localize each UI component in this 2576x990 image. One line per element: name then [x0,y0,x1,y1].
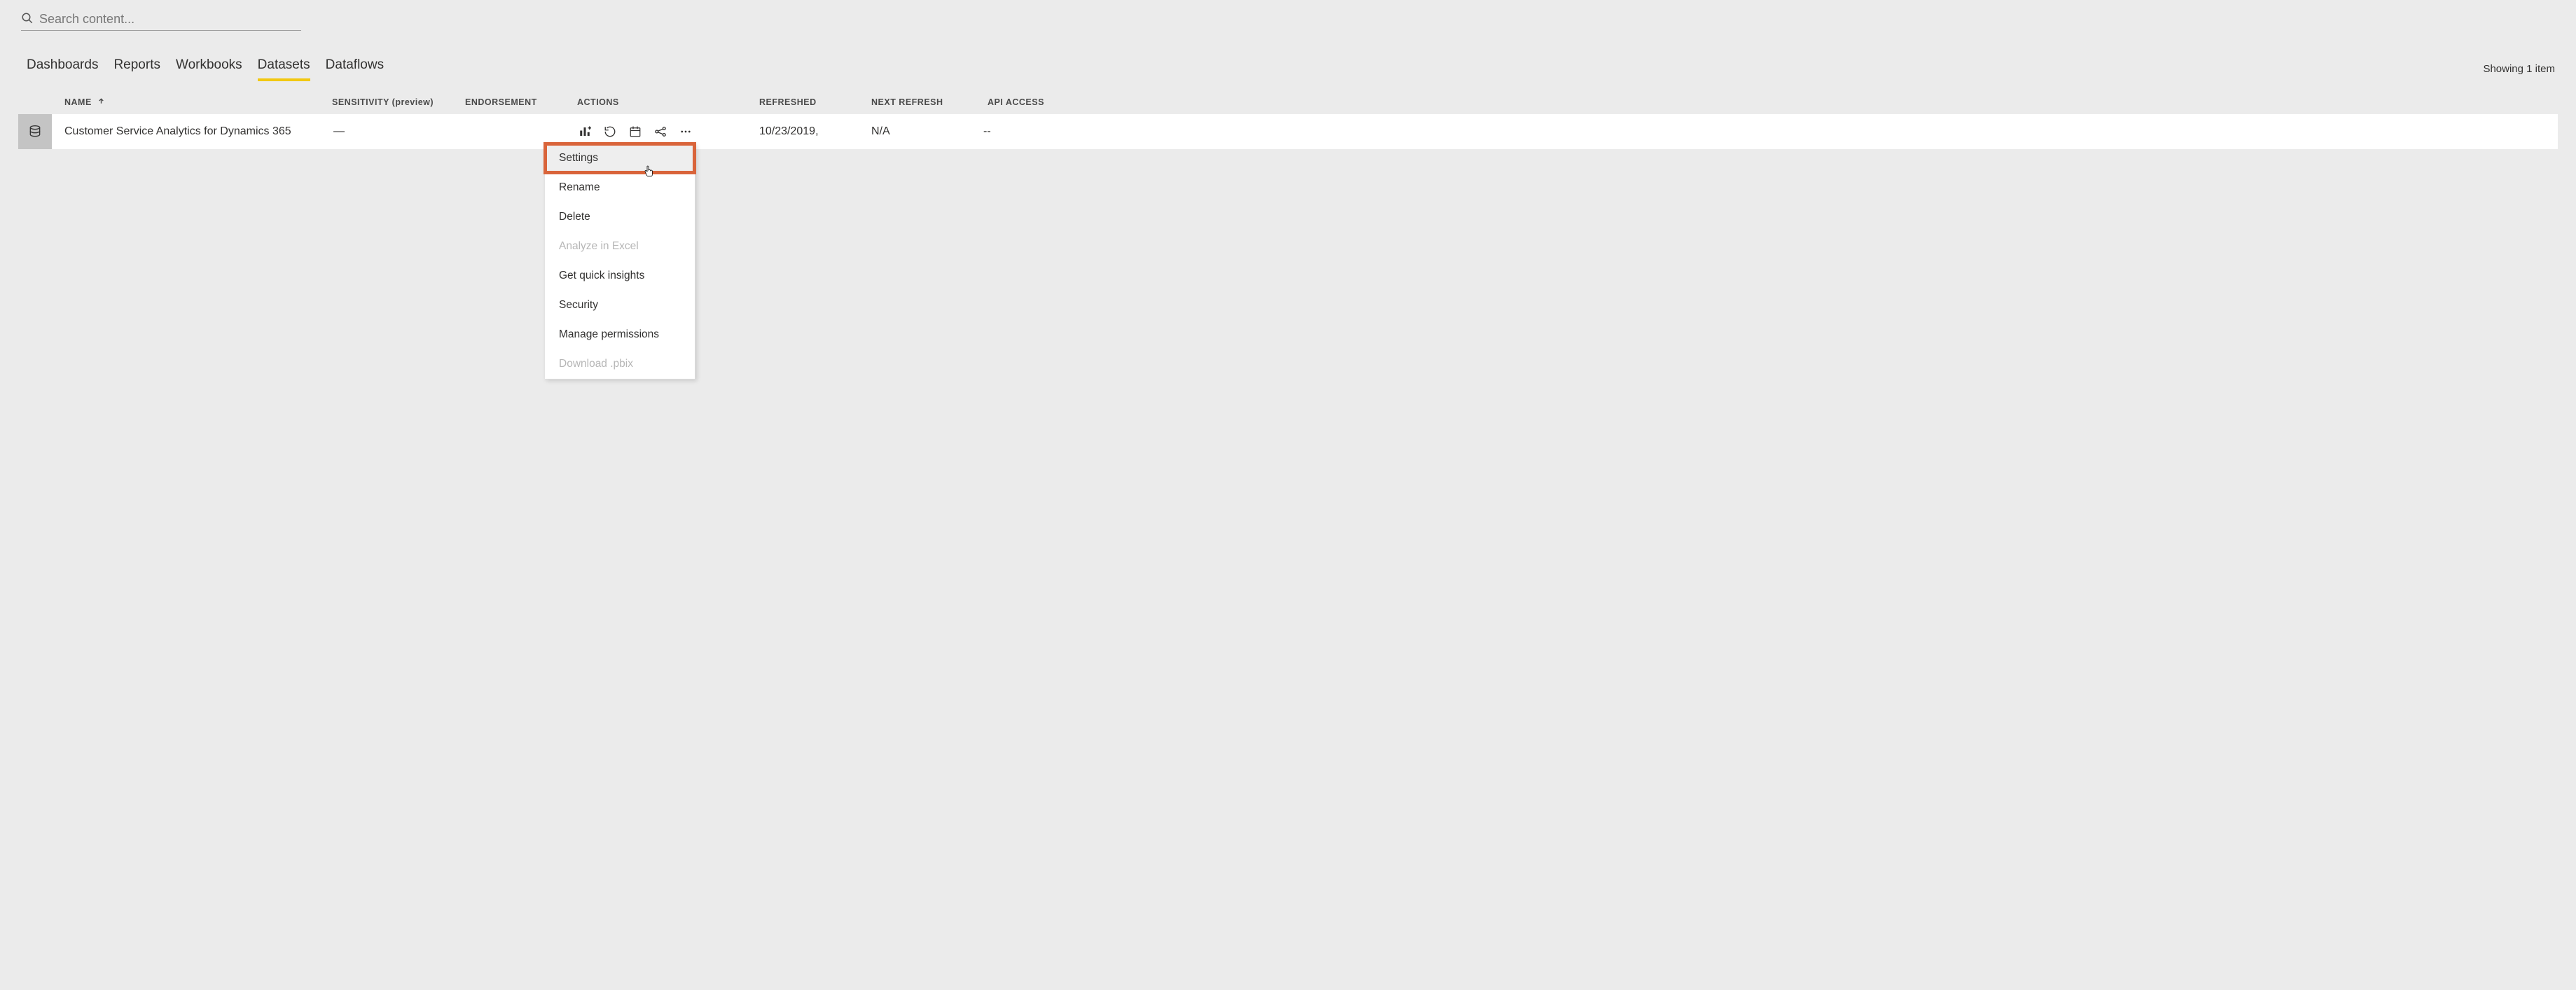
create-report-icon[interactable] [577,124,593,139]
col-name-label: NAME [64,97,92,107]
menu-settings-label: Settings [559,152,598,164]
tab-dataflows[interactable]: Dataflows [326,57,384,81]
sort-asc-icon [97,97,105,107]
menu-security[interactable]: Security [545,291,695,320]
more-options-icon[interactable] [678,124,693,139]
dataset-api-access: -- [983,125,2558,138]
menu-delete[interactable]: Delete [545,202,695,232]
dataset-type-icon [18,114,52,149]
search-container [21,11,301,31]
menu-quick-insights[interactable]: Get quick insights [545,261,695,291]
dataset-name[interactable]: Customer Service Analytics for Dynamics … [52,125,332,138]
search-input[interactable] [38,11,301,27]
menu-download-pbix: Download .pbix [545,349,695,379]
col-refreshed[interactable]: REFRESHED [759,97,871,107]
dataset-actions [577,124,759,139]
col-next-refresh[interactable]: NEXT REFRESH [871,97,983,107]
tabs-row: Dashboards Reports Workbooks Datasets Da… [18,57,2558,81]
table-row: Customer Service Analytics for Dynamics … [18,114,2558,149]
item-count-label: Showing 1 item [2483,63,2555,81]
search-icon [21,12,34,27]
dataset-sensitivity: — [332,125,465,138]
menu-settings[interactable]: Settings [545,144,695,173]
dataset-refreshed: 10/23/2019, [759,125,871,138]
tab-reports[interactable]: Reports [113,57,160,81]
col-api-access[interactable]: API ACCESS [983,97,2558,107]
dataset-next-refresh: N/A [871,125,983,138]
refresh-now-icon[interactable] [602,124,618,139]
tab-workbooks[interactable]: Workbooks [176,57,242,81]
view-lineage-icon[interactable] [653,124,668,139]
col-sensitivity[interactable]: SENSITIVITY (preview) [332,97,465,107]
schedule-refresh-icon[interactable] [628,124,643,139]
col-actions: ACTIONS [577,97,759,107]
datasets-table: NAME SENSITIVITY (preview) ENDORSEMENT A… [18,90,2558,149]
tab-dashboards[interactable]: Dashboards [27,57,98,81]
content-tabs: Dashboards Reports Workbooks Datasets Da… [27,57,384,81]
menu-manage-permissions[interactable]: Manage permissions [545,320,695,349]
table-header: NAME SENSITIVITY (preview) ENDORSEMENT A… [18,90,2558,114]
dataset-context-menu: Settings Rename Delete Analyze in Excel … [545,144,695,379]
menu-rename[interactable]: Rename [545,173,695,202]
col-endorsement[interactable]: ENDORSEMENT [465,97,577,107]
workspace-content: Dashboards Reports Workbooks Datasets Da… [0,0,2576,413]
col-name[interactable]: NAME [52,97,332,107]
menu-analyze-excel: Analyze in Excel [545,232,695,261]
tab-datasets[interactable]: Datasets [258,57,310,81]
